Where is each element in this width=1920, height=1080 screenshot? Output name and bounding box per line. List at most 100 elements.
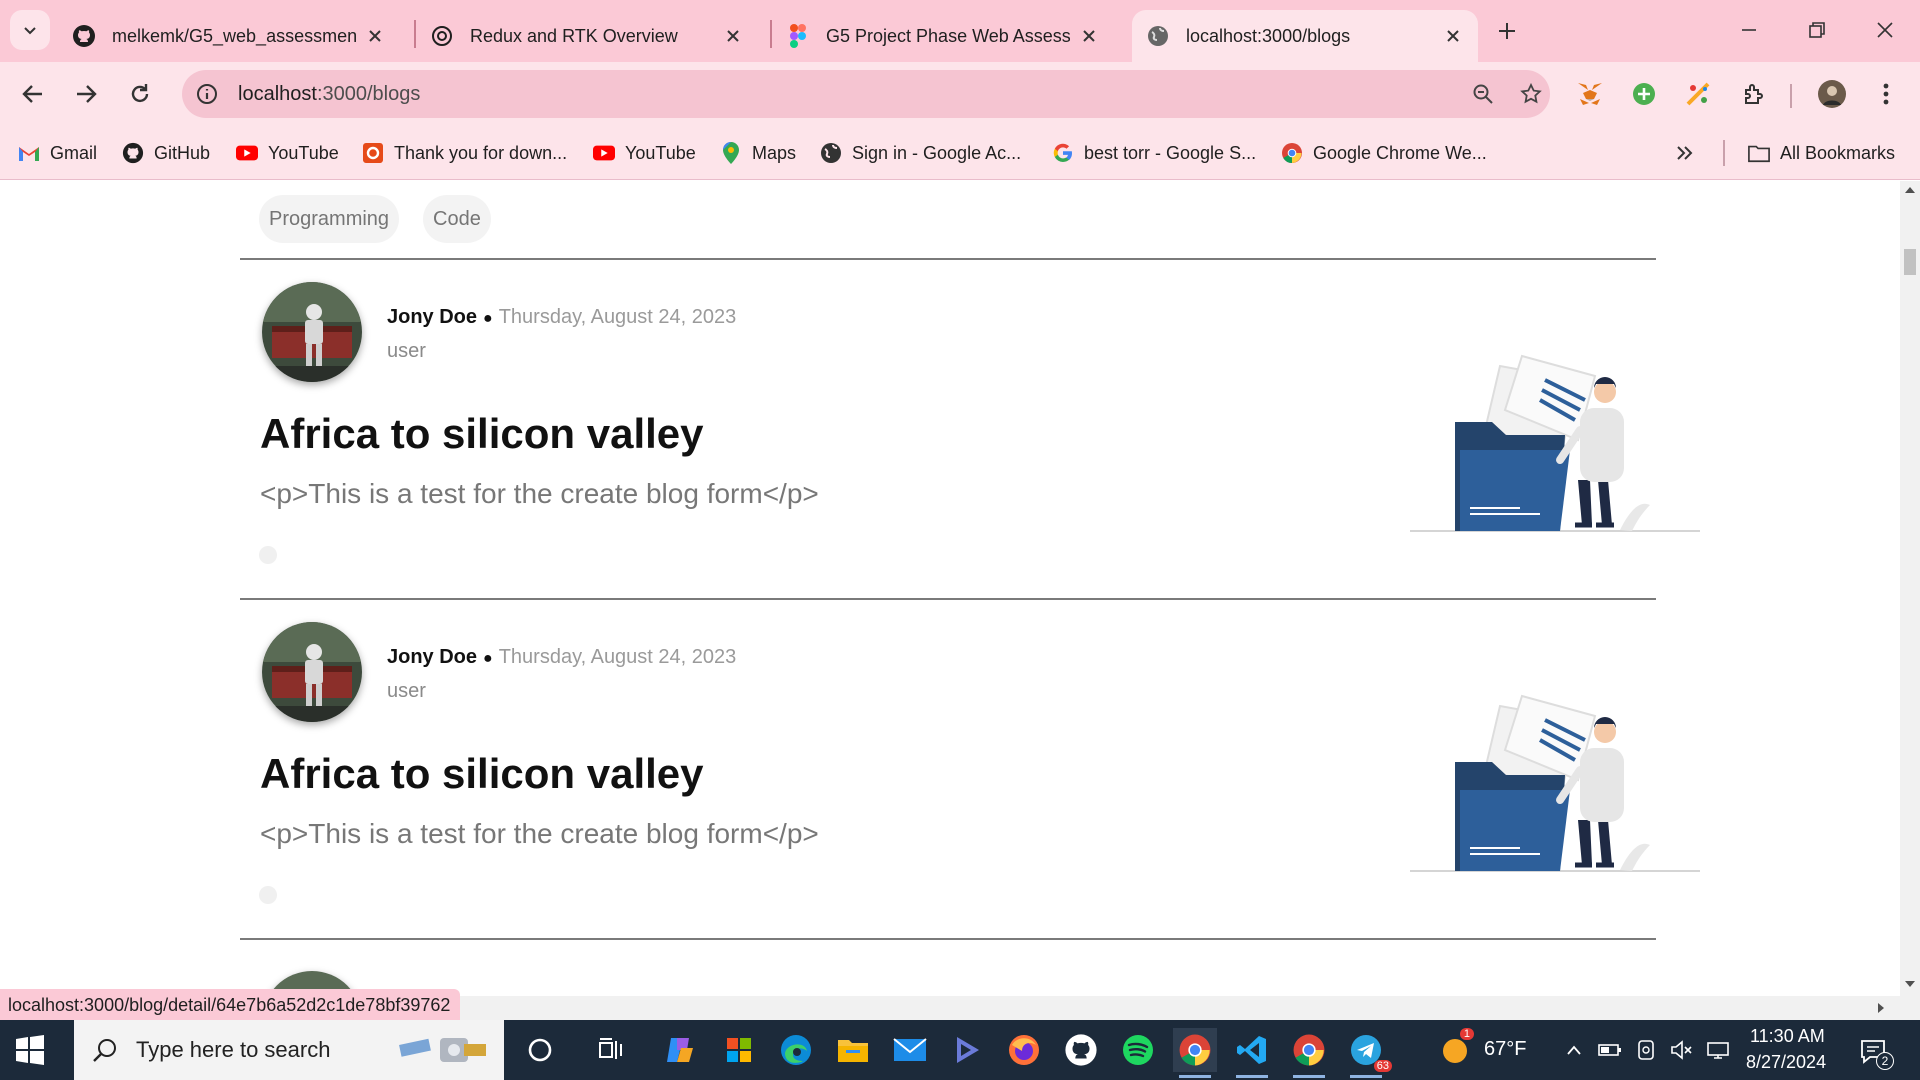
task-view-button[interactable] [589, 1028, 633, 1072]
bookmark-best-torr[interactable]: best torr - Google S... [1052, 138, 1256, 168]
youtube-icon [593, 142, 615, 164]
profile-avatar[interactable] [1812, 74, 1852, 114]
post-title[interactable]: Africa to silicon valley [260, 410, 704, 458]
chrome-icon [1281, 142, 1303, 164]
scrollbar-thumb[interactable] [1904, 249, 1916, 275]
taskbar-store[interactable] [717, 1028, 761, 1072]
tag-chip[interactable]: Programming [259, 195, 400, 243]
bookmark-youtube[interactable]: YouTube [236, 138, 339, 168]
volume-muted-icon[interactable] [1670, 1038, 1694, 1062]
metamask-extension-icon[interactable] [1570, 74, 1610, 114]
bookmark-github[interactable]: GitHub [122, 138, 210, 168]
post-thumbnail-illustration[interactable] [1410, 320, 1700, 540]
taskbar-search-box[interactable]: Type here to search [74, 1020, 504, 1080]
meet-now-icon[interactable] [1634, 1038, 1658, 1062]
github-icon [122, 142, 144, 164]
blog-post-card[interactable]: Jony Doe ● Thursday, August 24, 2023 user … [240, 600, 1700, 940]
tab-redux-overview[interactable]: Redux and RTK Overview [416, 10, 758, 62]
taskbar-edge[interactable] [774, 1028, 818, 1072]
github-icon [1065, 1034, 1097, 1066]
plus-extension-icon[interactable] [1624, 74, 1664, 114]
notification-center-button[interactable]: 2 [1858, 1036, 1894, 1070]
close-icon[interactable] [1078, 25, 1100, 47]
all-bookmarks-button[interactable]: All Bookmarks [1748, 138, 1895, 168]
blog-post-card[interactable]: Jony Doe ● Thursday, August 24, 2023 user … [240, 260, 1700, 600]
cortana-button[interactable] [518, 1028, 562, 1072]
forward-button[interactable] [66, 74, 106, 114]
taskbar-github-desktop[interactable] [1059, 1028, 1103, 1072]
weather-temperature: 67°F [1484, 1038, 1527, 1060]
scroll-down-arrow-icon[interactable] [1904, 979, 1916, 989]
tab-figma-assessment[interactable]: G5 Project Phase Web Assessme [772, 10, 1114, 62]
tag-chip[interactable]: Code [423, 195, 491, 243]
close-icon [1877, 22, 1893, 38]
bookmark-youtube-2[interactable]: YouTube [593, 138, 696, 168]
bookmark-google-signin[interactable]: Sign in - Google Ac... [820, 138, 1021, 168]
telegram-badge: 63 [1373, 1060, 1392, 1072]
clock-time[interactable]: 11:30 AM [1750, 1026, 1825, 1047]
close-window-button[interactable] [1862, 10, 1908, 50]
firefox-icon [1009, 1035, 1039, 1065]
back-button[interactable] [13, 74, 53, 114]
taskbar-vscode[interactable] [1230, 1028, 1274, 1078]
battery-icon[interactable] [1598, 1038, 1622, 1062]
author-name[interactable]: Jony Doe [387, 306, 477, 328]
scroll-right-arrow-icon[interactable] [1876, 1002, 1886, 1014]
restore-button[interactable] [1794, 10, 1840, 50]
address-bar[interactable]: localhost:3000/blogs [182, 70, 1550, 118]
taskbar-copilot[interactable] [658, 1028, 702, 1072]
tray-chevron-up-icon[interactable] [1562, 1038, 1586, 1062]
zoom-icon[interactable] [1466, 77, 1500, 111]
mail-icon [893, 1038, 927, 1061]
bookmark-maps[interactable]: Maps [720, 138, 796, 168]
minimize-button[interactable] [1726, 10, 1772, 50]
gmail-icon [18, 142, 40, 164]
network-icon[interactable] [1706, 1038, 1730, 1062]
taskbar-telegram[interactable]: 63 [1344, 1028, 1392, 1078]
site-info-icon[interactable] [190, 77, 224, 111]
menu-kebab-icon[interactable] [1866, 74, 1906, 114]
url-text[interactable]: localhost:3000/blogs [238, 83, 420, 106]
post-title[interactable]: Africa to silicon valley [260, 750, 704, 798]
scroll-up-arrow-icon[interactable] [1904, 185, 1916, 195]
vertical-scrollbar[interactable] [1900, 181, 1920, 996]
tab-title: localhost:3000/blogs [1186, 25, 1351, 46]
taskbar-file-explorer[interactable] [831, 1028, 875, 1072]
reload-button[interactable] [120, 74, 160, 114]
taskbar-spotify[interactable] [1116, 1028, 1160, 1072]
bookmark-chrome-web-store[interactable]: Google Chrome We... [1281, 138, 1487, 168]
youtube-icon [236, 142, 258, 164]
weather-badge: 1 [1459, 1028, 1474, 1040]
extensions-puzzle-icon[interactable] [1734, 74, 1774, 114]
close-icon[interactable] [1442, 25, 1464, 47]
bookmark-gmail[interactable]: Gmail [18, 138, 97, 168]
bookmark-thank-you[interactable]: Thank you for down... [362, 138, 567, 168]
close-icon[interactable] [364, 25, 386, 47]
tab-search-button[interactable] [10, 10, 50, 50]
taskbar-chrome-active[interactable] [1173, 1028, 1217, 1078]
author-name[interactable]: Jony Doe [387, 646, 477, 668]
colorful-extension-icon[interactable] [1678, 74, 1718, 114]
start-button[interactable] [14, 1034, 46, 1066]
taskbar-chrome-profile[interactable] [1287, 1028, 1331, 1078]
meta-separator: ● [483, 650, 493, 667]
taskbar-firefox[interactable] [1002, 1028, 1046, 1072]
bookmarks-overflow-button[interactable] [1676, 138, 1694, 168]
author-role: user [387, 340, 426, 362]
bookmark-star-icon[interactable] [1514, 77, 1548, 111]
post-excerpt: <p>This is a test for the create blog fo… [260, 818, 819, 849]
spotify-icon [1123, 1035, 1153, 1065]
tab-localhost-blogs[interactable]: localhost:3000/blogs [1132, 10, 1478, 62]
search-placeholder: Type here to search [136, 1037, 331, 1062]
taskbar-mail[interactable] [888, 1028, 932, 1072]
post-thumbnail-illustration[interactable] [1410, 660, 1700, 880]
weather-widget[interactable]: 1 [1434, 1028, 1478, 1072]
new-tab-button[interactable] [1490, 14, 1524, 48]
clock-date[interactable]: 8/27/2024 [1746, 1052, 1826, 1073]
author-avatar[interactable] [262, 282, 362, 382]
author-avatar[interactable] [262, 622, 362, 722]
tab-github-repo[interactable]: melkemk/G5_web_assessment [58, 10, 400, 62]
close-icon[interactable] [722, 25, 744, 47]
tag-list: Programming Code [259, 195, 491, 243]
taskbar-media-app[interactable] [945, 1028, 989, 1072]
